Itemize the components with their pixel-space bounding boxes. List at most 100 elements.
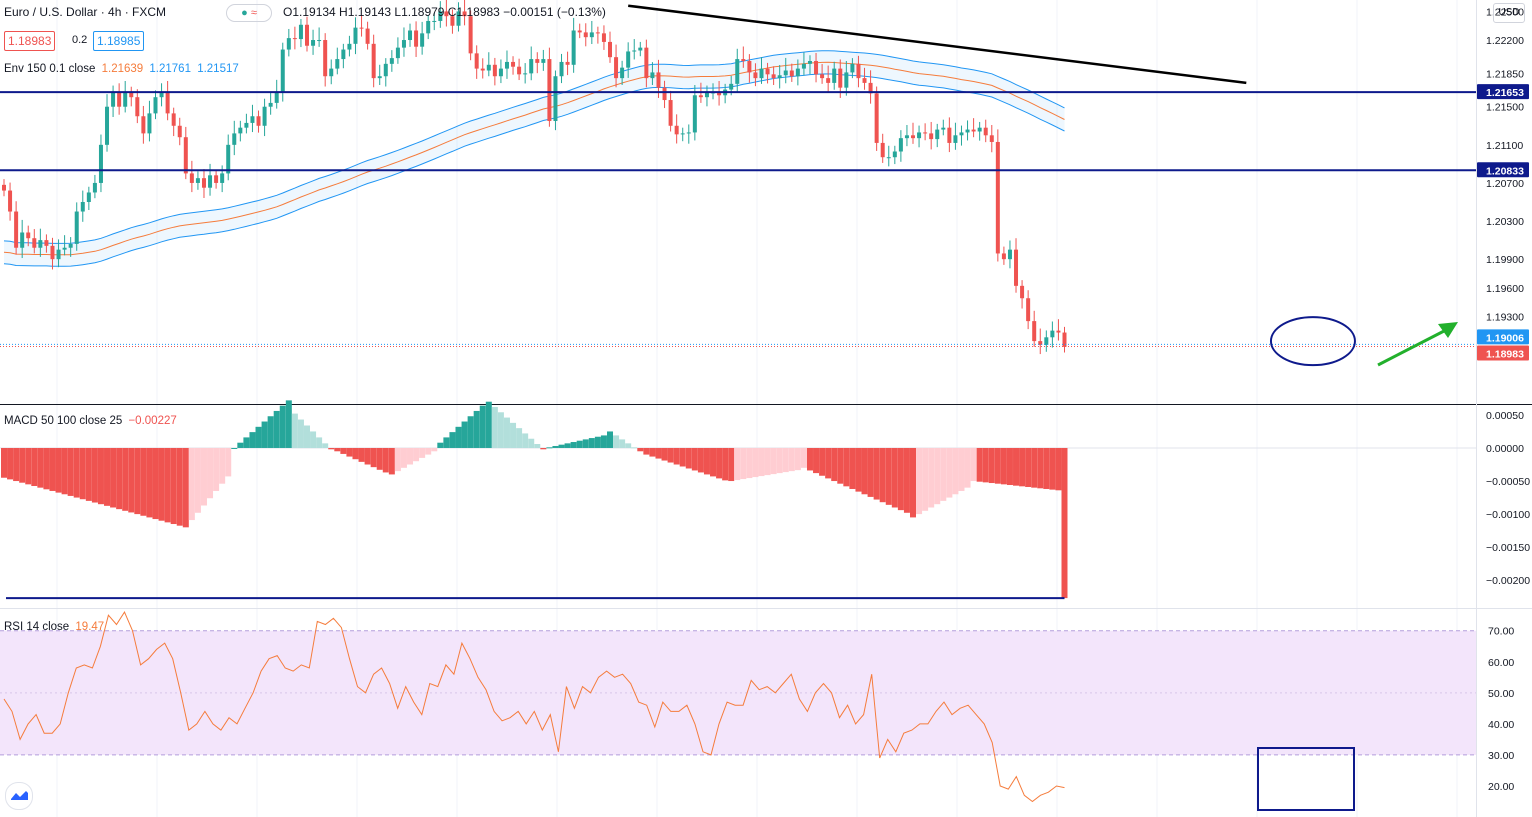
symbol-title[interactable]: Euro / U.S. Dollar · 4h · FXCM bbox=[4, 5, 166, 19]
macd-histogram-bar bbox=[73, 447, 80, 498]
candle-body bbox=[965, 129, 970, 133]
candle-body bbox=[159, 92, 164, 98]
currency-button[interactable]: USD bbox=[1493, 3, 1525, 23]
macd-histogram-bar bbox=[952, 447, 959, 495]
candle-body bbox=[395, 47, 400, 59]
candle-body bbox=[226, 144, 231, 174]
candle-body bbox=[953, 135, 958, 143]
macd-histogram-bar bbox=[140, 447, 147, 516]
candle-body bbox=[165, 92, 170, 114]
macd-histogram-bar bbox=[479, 405, 486, 448]
candle-body bbox=[62, 247, 67, 250]
macd-histogram-bar bbox=[1061, 447, 1068, 599]
tradingview-logo-icon[interactable] bbox=[5, 782, 33, 810]
envelope-legend[interactable]: Env 150 0.1 close 1.21639 1.21761 1.2151… bbox=[4, 63, 239, 75]
candle-body bbox=[147, 113, 152, 134]
macd-histogram-bar bbox=[825, 447, 832, 479]
candle-body bbox=[420, 33, 425, 47]
macd-histogram-bar bbox=[558, 444, 565, 448]
macd-tick-label: 0.00000 bbox=[1486, 443, 1524, 455]
candle-body bbox=[850, 63, 855, 73]
candle-body bbox=[529, 59, 534, 74]
macd-histogram-bar bbox=[43, 447, 50, 490]
macd-histogram-bar bbox=[310, 431, 317, 448]
candle-body bbox=[789, 70, 794, 77]
macd-histogram-bar bbox=[879, 447, 886, 503]
candle-body bbox=[577, 30, 582, 33]
macd-histogram-bar bbox=[146, 447, 153, 518]
candle-body bbox=[201, 178, 206, 188]
candle-body bbox=[305, 24, 309, 46]
candle-body bbox=[898, 138, 903, 152]
candle-body bbox=[262, 106, 267, 126]
candle-body bbox=[547, 59, 552, 122]
candle-body bbox=[1007, 249, 1012, 260]
macd-histogram-bar bbox=[667, 447, 674, 463]
candle-body bbox=[923, 132, 928, 134]
candle-body bbox=[189, 173, 194, 183]
macd-histogram-bar bbox=[491, 406, 498, 448]
macd-histogram-bar bbox=[946, 447, 953, 498]
macd-histogram-bar bbox=[467, 416, 474, 448]
candle-body bbox=[498, 68, 503, 77]
price-tick-label: 1.21500 bbox=[1486, 102, 1524, 114]
macd-histogram-bar bbox=[679, 447, 686, 467]
macd-histogram-bar bbox=[152, 447, 159, 520]
candle-body bbox=[856, 63, 861, 79]
candle-body bbox=[626, 51, 631, 68]
macd-histogram-bar bbox=[249, 432, 256, 448]
macd-histogram-bar bbox=[552, 445, 559, 448]
macd-histogram-bar bbox=[788, 447, 795, 472]
candle-body bbox=[656, 72, 661, 88]
macd-histogram-bar bbox=[722, 447, 729, 481]
price-tick-label: 1.20300 bbox=[1486, 216, 1524, 228]
candle-body bbox=[874, 93, 879, 143]
macd-histogram-bar bbox=[85, 447, 92, 501]
macd-histogram-bar bbox=[225, 447, 232, 477]
macd-histogram-bar bbox=[710, 447, 717, 477]
rsi-legend[interactable]: RSI 14 close 19.47 bbox=[4, 621, 104, 633]
macd-histogram-bar bbox=[607, 431, 613, 448]
price-tick-label: 1.22200 bbox=[1486, 35, 1524, 47]
macd-legend[interactable]: MACD 50 100 close 25 −0.00227 bbox=[4, 415, 177, 427]
macd-histogram-bar bbox=[455, 426, 462, 448]
candle-body bbox=[1020, 285, 1025, 299]
macd-histogram-bar bbox=[376, 447, 383, 470]
macd-histogram-bar bbox=[619, 439, 626, 448]
candle-body bbox=[747, 60, 752, 73]
buy-price-box[interactable]: 1.18985 bbox=[93, 31, 145, 51]
candle-body bbox=[826, 78, 831, 83]
macd-histogram-bar bbox=[461, 421, 468, 448]
candle-body bbox=[311, 40, 316, 46]
macd-histogram-bar bbox=[1013, 447, 1020, 486]
macd-histogram-bar bbox=[831, 447, 838, 482]
macd-histogram-bar bbox=[207, 447, 214, 499]
price-tick-label: 1.21850 bbox=[1486, 68, 1524, 80]
macd-histogram-bar bbox=[625, 443, 632, 448]
price-tick-label: 1.19600 bbox=[1486, 283, 1524, 295]
macd-histogram-bar bbox=[728, 447, 735, 482]
macd-histogram-bar bbox=[794, 447, 801, 471]
macd-histogram-bar bbox=[122, 447, 129, 511]
candle-body bbox=[323, 40, 328, 77]
macd-histogram-bar bbox=[219, 447, 226, 484]
macd-histogram-bar bbox=[437, 442, 444, 448]
sell-price-box[interactable]: 1.18983 bbox=[4, 31, 56, 51]
candle-body bbox=[286, 38, 291, 50]
macd-histogram-bar bbox=[334, 447, 341, 452]
candle-body bbox=[765, 68, 770, 75]
chart-canvas[interactable]: 1.225001.222001.218501.215001.211001.207… bbox=[0, 0, 1532, 817]
macd-histogram-bar bbox=[1000, 447, 1007, 485]
macd-histogram-bar bbox=[164, 447, 171, 523]
macd-histogram-bar bbox=[407, 447, 414, 465]
candle-body bbox=[171, 113, 176, 126]
candle-body bbox=[995, 141, 1000, 254]
candle-body bbox=[541, 59, 546, 63]
macd-histogram-bar bbox=[1006, 447, 1013, 486]
candle-body bbox=[250, 116, 255, 123]
candle-body bbox=[668, 100, 673, 126]
market-status-badge[interactable]: ● ≈ bbox=[226, 4, 272, 22]
macd-histogram-bar bbox=[897, 447, 904, 511]
candle-body bbox=[686, 132, 691, 134]
candle-body bbox=[92, 182, 97, 193]
